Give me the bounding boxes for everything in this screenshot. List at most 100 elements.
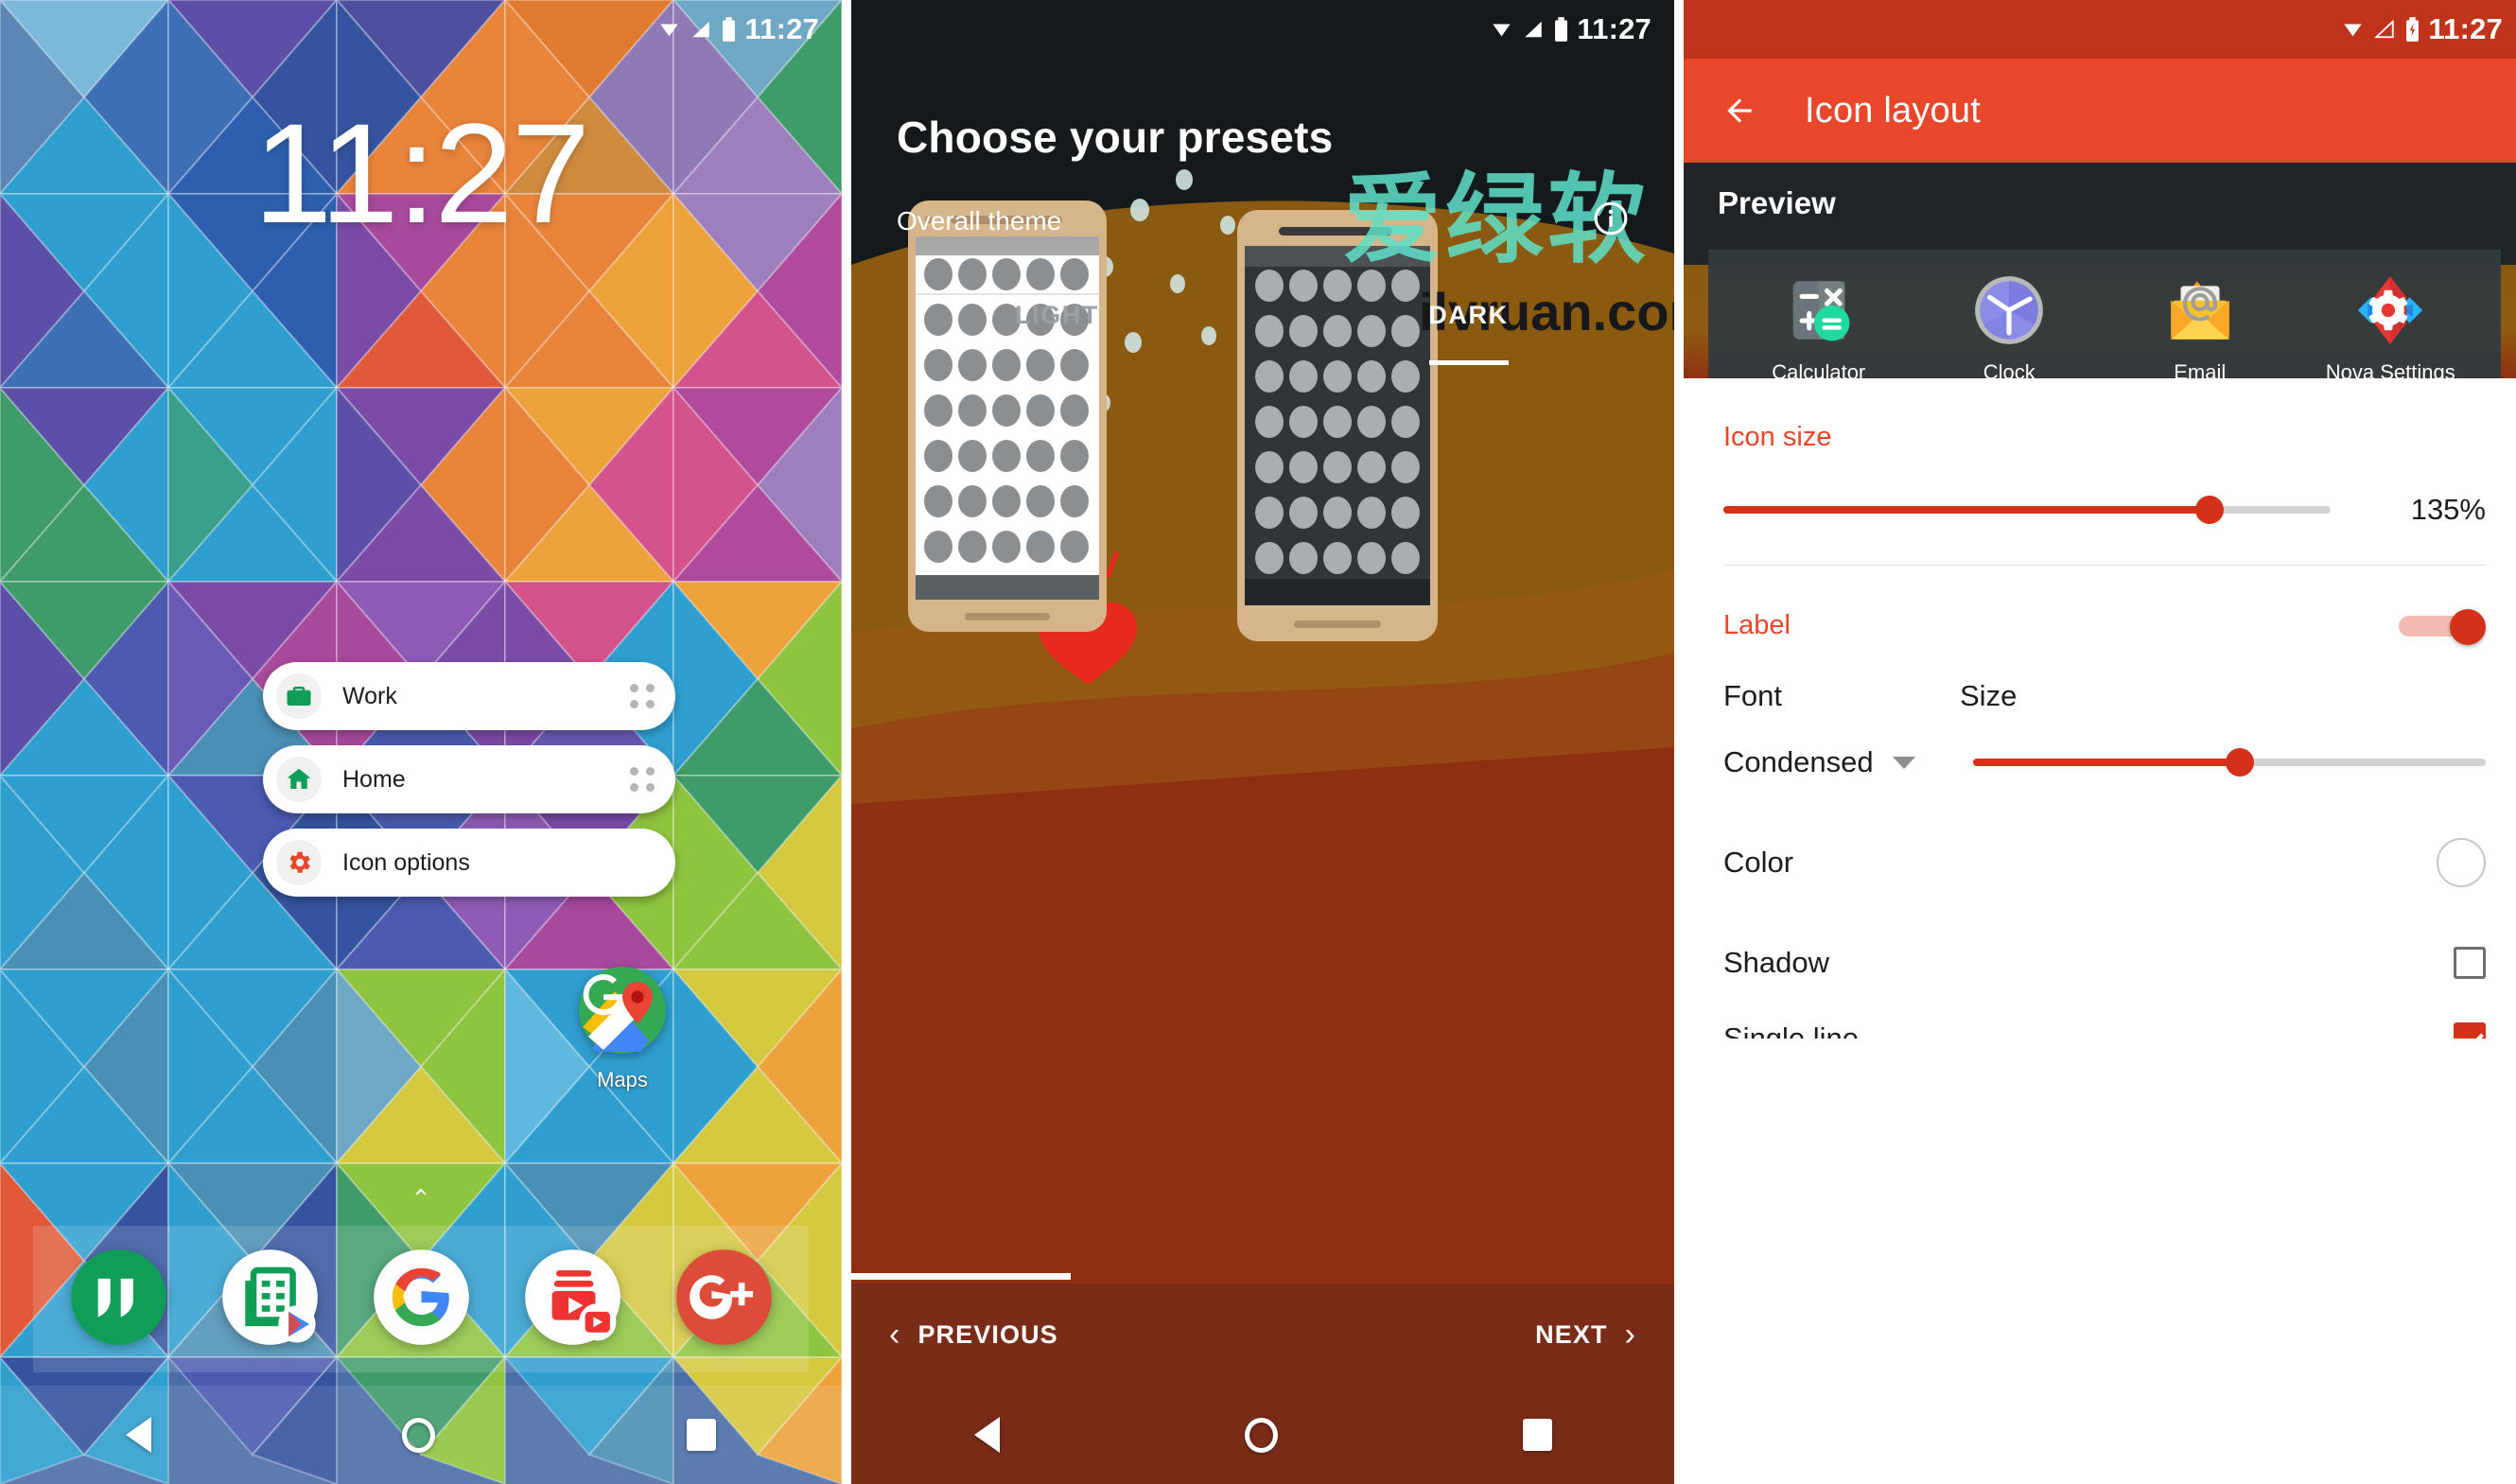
home-icon[interactable] [402, 1417, 436, 1453]
shortcut-label: Home [342, 765, 406, 793]
preview-app-label: Email [2174, 359, 2227, 379]
dock-item-sheets[interactable] [220, 1248, 320, 1352]
theme-tabs: LIGHT DARK [851, 301, 1674, 356]
preview-app-clock[interactable]: Clock [1938, 271, 2080, 379]
single-line-row[interactable]: Single line [1723, 980, 2486, 1039]
android-nav-bar [0, 1386, 842, 1484]
font-value: Condensed [1723, 745, 1874, 778]
wizard-footer: ‹ PREVIOUS NEXT › [851, 1283, 1674, 1386]
back-icon[interactable] [973, 1417, 1000, 1453]
shadow-row[interactable]: Shadow [1723, 887, 2486, 980]
chevron-right-icon: › [1624, 1317, 1636, 1353]
dock-item-hangouts[interactable] [69, 1248, 168, 1352]
shortcut-item-icon-options[interactable]: Icon options [263, 829, 675, 897]
icon-size-value: 135% [2410, 493, 2486, 526]
hangouts-icon [70, 1248, 166, 1345]
slider-thumb[interactable] [2194, 496, 2224, 524]
size-header: Size [1960, 679, 2018, 712]
page-title: Icon layout [1805, 90, 1981, 131]
color-label: Color [1723, 846, 1794, 879]
label-heading: Label [1723, 609, 1791, 640]
battery-icon [723, 17, 736, 42]
signal-icon [692, 21, 710, 38]
back-icon[interactable] [125, 1417, 151, 1453]
signal-icon [1525, 21, 1543, 38]
google-icon [373, 1248, 469, 1345]
dock-item-play-music[interactable] [523, 1248, 622, 1352]
recents-icon[interactable] [1522, 1419, 1552, 1451]
android-nav-bar [851, 1386, 1674, 1484]
nova-settings-icon [2358, 275, 2423, 344]
status-bar: 11:27 [0, 0, 842, 59]
calculator-icon [1792, 280, 1850, 340]
status-bar: 11:27 [851, 0, 1674, 59]
font-dropdown[interactable]: Condensed [1723, 745, 1960, 779]
next-label: NEXT [1535, 1319, 1608, 1349]
dock-item-google[interactable] [372, 1248, 471, 1352]
icon-size-heading: Icon size [1723, 422, 1832, 452]
presets-panel: 爱绿软 ilvruan.com 11:27 Choose your preset… [851, 0, 1674, 1484]
signal-icon [2374, 19, 2395, 39]
icon-layout-panel: 11:27 Icon layout Preview Calculator Clo… [1684, 0, 2516, 1484]
label-size-slider[interactable] [1973, 748, 2486, 777]
shortcut-popup-menu: Work Home Icon options [263, 662, 675, 897]
preview-app-label: Clock [1983, 359, 2036, 379]
sheets-icon [221, 1248, 318, 1345]
dock [33, 1226, 809, 1372]
clock-widget-time: 11:27 [253, 94, 590, 253]
tab-light[interactable]: LIGHT [851, 301, 1263, 356]
status-time: 11:27 [1577, 12, 1651, 45]
status-time: 11:27 [2428, 12, 2503, 45]
slider-thumb[interactable] [2225, 748, 2254, 777]
shortcut-item-work[interactable]: Work [263, 662, 675, 730]
dock-item-google-plus[interactable] [674, 1248, 774, 1352]
recents-icon[interactable] [687, 1419, 717, 1451]
toggle-thumb [2450, 609, 2486, 645]
home-icon[interactable] [1244, 1417, 1278, 1453]
drag-handle-icon[interactable] [630, 684, 655, 708]
previous-button[interactable]: ‹ PREVIOUS [889, 1318, 1058, 1351]
clock-icon [1975, 275, 2044, 344]
app-icon-maps[interactable]: Maps [577, 965, 668, 1092]
single-line-checkbox[interactable] [2454, 1022, 2486, 1039]
page-title: Choose your presets [897, 113, 1334, 162]
wifi-icon [660, 24, 679, 37]
shadow-checkbox[interactable] [2454, 947, 2486, 979]
shortcut-item-home[interactable]: Home [263, 745, 675, 813]
preview-app-calculator[interactable]: Calculator [1748, 271, 1890, 378]
next-button[interactable]: NEXT › [1535, 1318, 1636, 1351]
label-row: Label [1723, 566, 2486, 645]
font-header: Font [1723, 679, 1783, 712]
panel-divider [842, 0, 851, 1484]
screenshot-stage: 11:27 11:27 Work Home Icon options Maps … [0, 0, 2516, 1484]
color-row[interactable]: Color [1723, 779, 2486, 887]
preview-heading: Preview [1718, 185, 1836, 220]
preview-card: Calculator Clock Email Nova Settings [1708, 250, 2501, 378]
home-screen-panel: 11:27 11:27 Work Home Icon options Maps … [0, 0, 842, 1484]
previous-label: PREVIOUS [917, 1319, 1058, 1349]
info-icon[interactable] [1593, 201, 1629, 236]
preview-app-email[interactable]: Email [2129, 271, 2271, 379]
wifi-icon [2344, 24, 2363, 37]
tab-dark[interactable]: DARK [1263, 301, 1674, 356]
section-subtitle: Overall theme [897, 206, 1062, 236]
google-maps-icon [579, 967, 666, 1054]
back-arrow-icon[interactable] [1718, 93, 1761, 129]
preview-app-nova-settings[interactable]: Nova Settings [2319, 271, 2461, 378]
icon-size-row: 135% [1723, 453, 2486, 527]
font-size-headers: Font Size [1723, 641, 2486, 713]
clock-widget[interactable]: 11:27 [0, 94, 842, 253]
single-line-label: Single line [1723, 1021, 1860, 1039]
icon-size-slider[interactable] [1723, 496, 2331, 524]
status-bar: 11:27 [1684, 0, 2516, 59]
house-icon [276, 757, 322, 802]
label-toggle[interactable] [2399, 609, 2486, 645]
battery-charging-icon [2406, 17, 2420, 42]
drag-handle-icon[interactable] [630, 767, 655, 792]
email-icon [2171, 280, 2229, 340]
chevron-left-icon: ‹ [889, 1317, 901, 1353]
color-swatch[interactable] [2437, 838, 2486, 887]
app-bar: Icon layout [1684, 59, 2516, 163]
chevron-down-icon [1892, 756, 1915, 769]
panel-divider [1674, 0, 1684, 1484]
